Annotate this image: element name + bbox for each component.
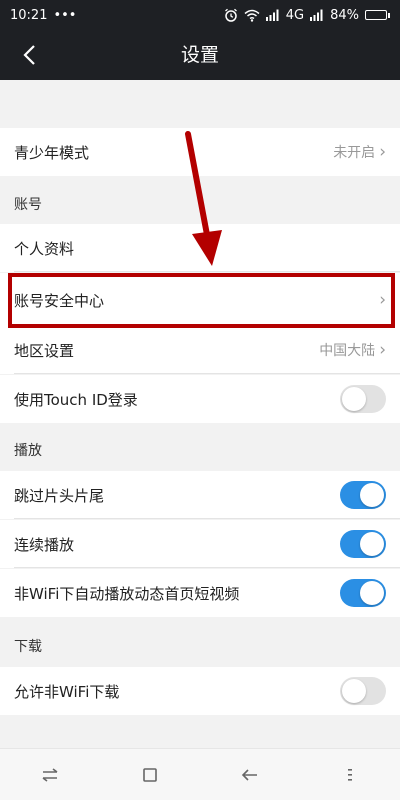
page-title: 设置 [180,44,219,66]
touch-id-toggle[interactable] [340,385,386,413]
chevron-right-icon: › [379,339,386,360]
youth-mode-label: 青少年模式 [14,143,90,162]
swap-arrows-icon [42,767,58,782]
region-row[interactable]: 地区设置 中国大陆 › [0,326,400,374]
status-left: 10:21 ••• [10,8,76,23]
menu-button[interactable] [330,755,370,795]
non-wifi-autoplay-row: 非WiFi下自动播放动态首页短视频 [0,569,400,617]
navigation-bar: 设置 [0,30,400,80]
non-wifi-download-label: 允许非WiFi下载 [14,682,120,701]
menu-icon [348,768,352,781]
toggle-knob [342,679,366,703]
toggle-knob [360,581,384,605]
region-label: 地区设置 [14,341,75,360]
row-divider [14,567,400,568]
alarm-icon [224,8,238,22]
autoplay-next-row: 连续播放 [0,520,400,568]
back-button[interactable] [12,38,46,72]
signal-icon-secondary [310,9,324,21]
toggle-knob [360,532,384,556]
skip-intro-label: 跳过片头片尾 [14,486,105,505]
section-header-playback: 播放 [14,443,42,459]
youth-mode-value-group: 未开启 › [333,142,386,162]
section-header-download: 下载 [14,639,42,655]
row-divider [14,271,400,272]
skip-intro-toggle[interactable] [340,481,386,509]
toggle-knob [360,483,384,507]
system-navigation-bar [0,748,400,800]
autoplay-next-toggle[interactable] [340,530,386,558]
youth-mode-value: 未开启 [333,145,376,161]
status-more-dots: ••• [53,7,77,23]
section-header-account: 账号 [14,197,42,213]
chevron-right-icon: › [379,290,386,310]
back-arrow-icon [241,768,257,781]
square-icon [143,767,157,782]
status-bar: 10:21 ••• 4G 84% [0,0,400,30]
back-system-button[interactable] [230,755,270,795]
wifi-icon [244,9,260,22]
profile-row[interactable]: 个人资料 [0,224,400,272]
touch-id-row: 使用Touch ID登录 [0,375,400,423]
touch-id-label: 使用Touch ID登录 [14,390,138,409]
status-time: 10:21 [10,7,48,23]
security-center-row[interactable]: 账号安全中心 › [0,273,400,328]
region-value-group: 中国大陆 › [319,340,386,360]
non-wifi-download-row: 允许非WiFi下载 [0,667,400,715]
non-wifi-autoplay-label: 非WiFi下自动播放动态首页短视频 [14,584,240,603]
region-value: 中国大陆 [319,343,376,359]
row-divider [14,373,400,374]
skip-intro-row: 跳过片头片尾 [0,471,400,519]
home-button[interactable] [130,755,170,795]
security-center-label: 账号安全中心 [14,292,105,310]
non-wifi-autoplay-toggle[interactable] [340,579,386,607]
toggle-knob [342,387,366,411]
network-type: 4G [285,7,305,23]
switch-apps-button[interactable] [30,755,70,795]
status-right: 4G 84% [224,8,390,23]
autoplay-next-label: 连续播放 [14,535,75,554]
non-wifi-download-toggle[interactable] [340,677,386,705]
signal-icon [265,9,280,21]
profile-label: 个人资料 [14,239,75,258]
chevron-right-icon: › [379,141,386,162]
back-arrow-icon [23,45,35,65]
battery-icon [365,10,390,20]
row-divider [14,518,400,519]
battery-percent: 84% [330,7,359,23]
youth-mode-row[interactable]: 青少年模式 未开启 › [0,128,400,176]
